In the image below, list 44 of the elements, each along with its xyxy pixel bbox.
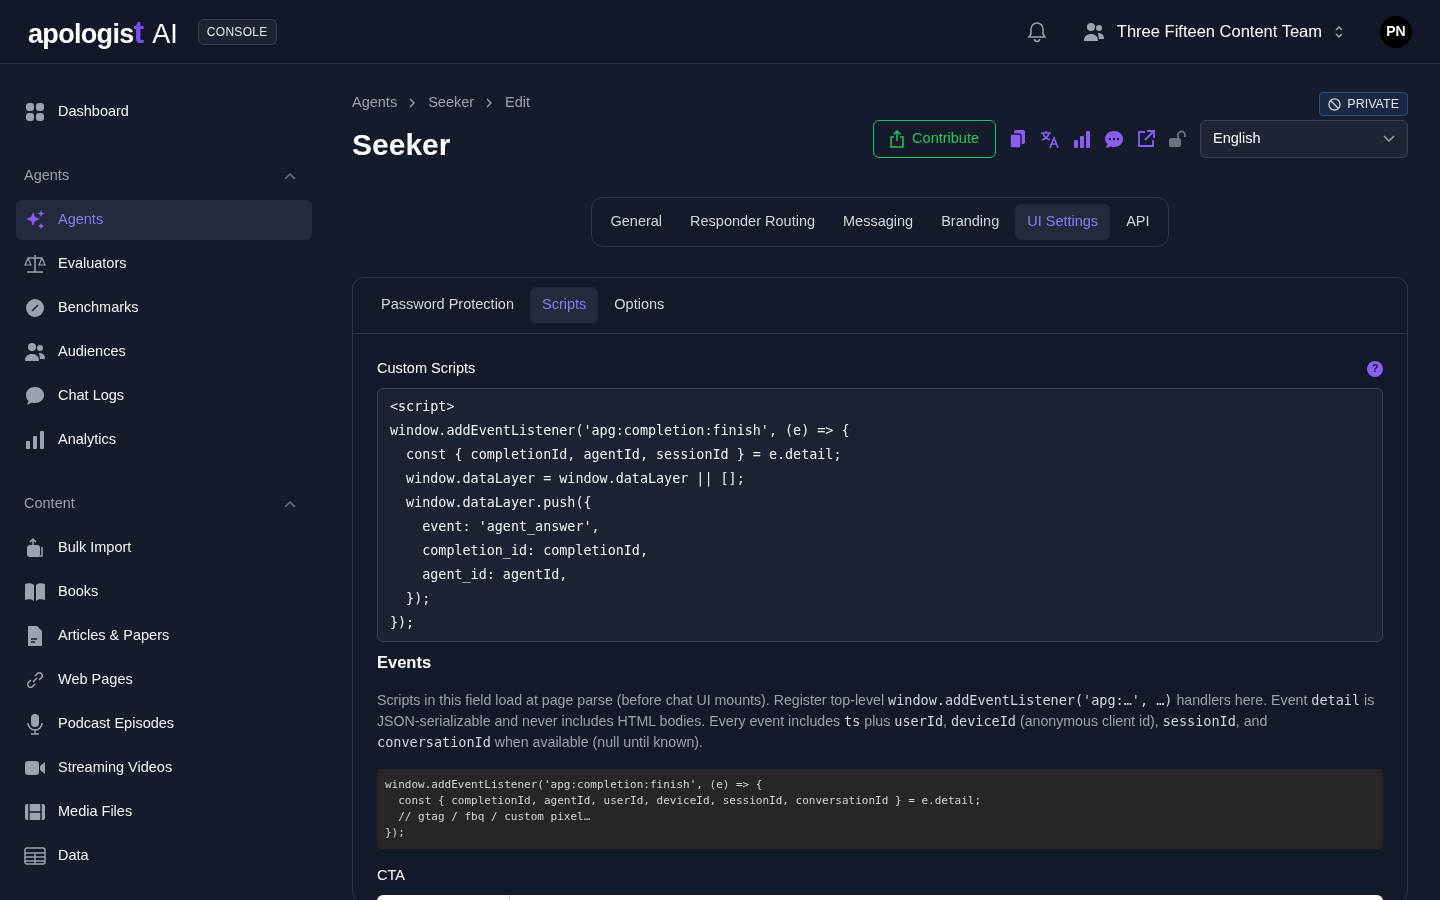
sidebar-item[interactable]: Podcast Episodes [16, 704, 312, 744]
tab[interactable]: Options [602, 287, 677, 324]
sidebar-item[interactable]: Analytics [16, 420, 312, 460]
sidebar-item[interactable]: Web Pages [16, 660, 312, 700]
avatar[interactable]: PN [1380, 15, 1412, 48]
sidebar-item[interactable]: Media Files [16, 792, 312, 832]
section-heading: Events [377, 651, 433, 673]
tab[interactable]: Password Protection [369, 287, 526, 324]
breadcrumb-link[interactable]: Edit [505, 92, 531, 114]
visibility-badge: PRIVATE [1319, 92, 1408, 116]
tab[interactable]: General [598, 203, 675, 240]
sidebar-item[interactable]: Evaluators [16, 244, 312, 284]
description-text: Scripts in this field load at page parse (before chat UI mounts). Register top-level window.addEventListener('apg:…', …) handlers here. Event detail is JSON-serializable and never includes HTML bodies. Every event includes ts plus userId, deviceId (anonymous client id), sessionId, and conversationId when available (null until known). [377, 691, 1376, 753]
sidebar-item[interactable]: Streaming Videos [16, 748, 312, 788]
code-editor[interactable]: <script> window.addEventListener('apg:completion:finish', (e) => { const { completionId, agentId, sessionId } = e.detail; window.dataLayer = window.dataLayer || []; window.dataLayer.push({ event: 'agent_answer', completion_id: completionId, agent_id: agentId, }); }); [377, 387, 1383, 642]
contribute-button[interactable]: Contribute [873, 120, 996, 158]
tab[interactable]: API [1114, 203, 1162, 240]
page-title: Seeker [352, 126, 452, 163]
sidebar-item[interactable]: Agents [16, 200, 312, 240]
sidebar-item[interactable]: Chat Logs [16, 376, 312, 416]
sidebar-item[interactable]: Articles & Papers [16, 616, 312, 656]
section-heading: CTA [377, 866, 406, 886]
tab[interactable]: Messaging [831, 203, 926, 240]
section-heading: Agents [24, 166, 70, 186]
help-icon[interactable]: ? [1367, 360, 1383, 377]
sidebar-item[interactable]: Books [16, 572, 312, 612]
section-heading: Content [24, 494, 75, 514]
team-switcher[interactable]: Three Fifteen Content Team [1082, 19, 1344, 44]
field-label: Custom Scripts [377, 358, 476, 378]
sidebar-item[interactable]: Data [16, 836, 312, 876]
tab[interactable]: Scripts [530, 287, 599, 324]
tab[interactable]: Branding [929, 203, 1012, 240]
language-select[interactable]: English [1200, 120, 1408, 158]
breadcrumb-link[interactable]: Seeker [428, 92, 475, 114]
logo[interactable]: apologist AI [28, 15, 178, 48]
tab[interactable]: Responder Routing [678, 203, 828, 240]
sidebar-item[interactable]: Bulk Import [16, 528, 312, 568]
sidebar-item[interactable]: Audiences [16, 332, 312, 372]
breadcrumb-link[interactable]: Agents [352, 92, 398, 114]
console-badge: CONSOLE [197, 18, 277, 45]
tab[interactable]: UI Settings [1015, 203, 1111, 240]
sidebar-item[interactable]: Dashboard [16, 92, 312, 132]
sidebar-item[interactable]: Benchmarks [16, 288, 312, 328]
code-block: window.addEventListener('apg:completion:finish', (e) => { const { completionId, agentId, userId, deviceId, sessionId, conversationId } = e.detail; // gtag / fbq / custom pixel… }); [377, 769, 1383, 850]
